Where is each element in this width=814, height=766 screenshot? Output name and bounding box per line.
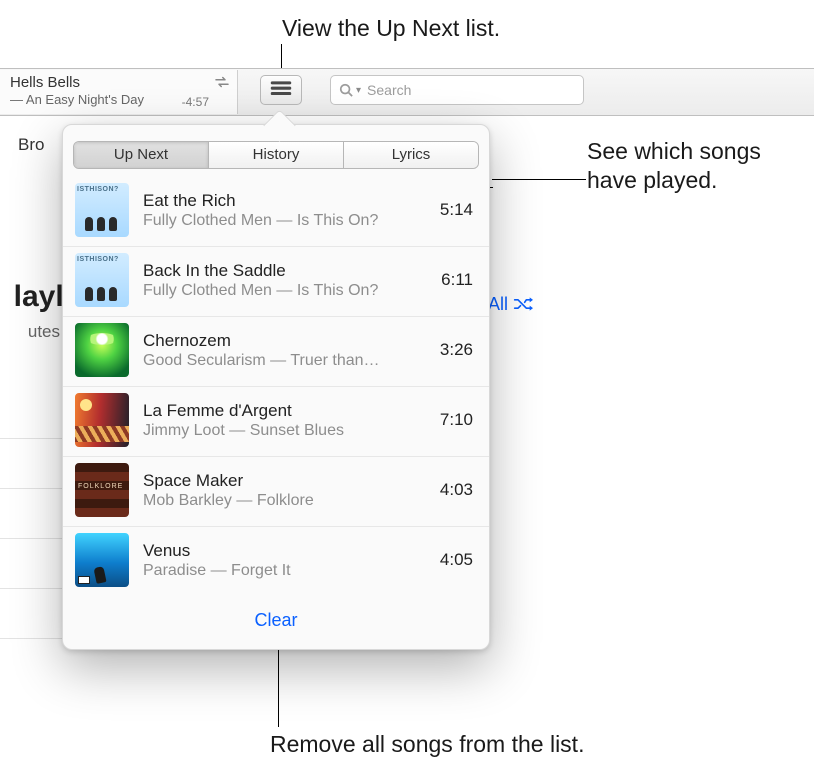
album-art bbox=[75, 533, 129, 587]
callout-view-up-next: View the Up Next list. bbox=[282, 14, 500, 43]
song-title: Space Maker bbox=[143, 471, 418, 491]
song-meta: VenusParadise — Forget It bbox=[143, 541, 418, 580]
song-duration: 4:03 bbox=[432, 480, 473, 500]
now-playing-display[interactable]: Hells Bells — An Easy Night's Day -4:57 bbox=[0, 70, 238, 114]
search-icon bbox=[339, 83, 353, 97]
bg-browse-label: Bro bbox=[18, 135, 44, 155]
song-meta: Space MakerMob Barkley — Folklore bbox=[143, 471, 418, 510]
album-art bbox=[75, 253, 129, 307]
callout-line bbox=[492, 179, 586, 180]
segmented-control: Up Next History Lyrics bbox=[73, 141, 479, 169]
song-duration: 3:26 bbox=[432, 340, 473, 360]
up-next-popover: Up Next History Lyrics Eat the RichFully… bbox=[62, 124, 490, 650]
list-item[interactable]: Eat the RichFully Clothed Men — Is This … bbox=[63, 177, 489, 247]
list-item[interactable]: ChernozemGood Secularism — Truer than… 3:… bbox=[63, 317, 489, 387]
up-next-list: Eat the RichFully Clothed Men — Is This … bbox=[63, 177, 489, 596]
song-subtitle: Good Secularism — Truer than… bbox=[143, 352, 418, 370]
song-duration: 4:05 bbox=[432, 550, 473, 570]
shuffle-icon bbox=[513, 294, 533, 314]
tab-up-next[interactable]: Up Next bbox=[74, 142, 208, 168]
tab-lyrics[interactable]: Lyrics bbox=[343, 142, 478, 168]
song-subtitle: Fully Clothed Men — Is This On? bbox=[143, 212, 418, 230]
list-icon bbox=[270, 80, 292, 101]
shuffle-all-link[interactable]: All bbox=[488, 294, 533, 315]
song-meta: La Femme d'ArgentJimmy Loot — Sunset Blu… bbox=[143, 401, 418, 440]
bg-utes-fragment: utes bbox=[0, 322, 60, 342]
search-placeholder: Search bbox=[367, 82, 411, 98]
now-playing-subtitle: — An Easy Night's Day bbox=[10, 92, 193, 107]
song-duration: 6:11 bbox=[433, 270, 473, 290]
clear-button[interactable]: Clear bbox=[63, 610, 489, 631]
album-art bbox=[75, 323, 129, 377]
list-item[interactable]: VenusParadise — Forget It 4:05 bbox=[63, 527, 489, 596]
song-meta: ChernozemGood Secularism — Truer than… bbox=[143, 331, 418, 370]
list-item[interactable]: La Femme d'ArgentJimmy Loot — Sunset Blu… bbox=[63, 387, 489, 457]
album-art bbox=[75, 393, 129, 447]
song-title: La Femme d'Argent bbox=[143, 401, 418, 421]
list-item[interactable]: Back In the SaddleFully Clothed Men — Is… bbox=[63, 247, 489, 317]
time-remaining: -4:57 bbox=[182, 95, 209, 109]
song-meta: Eat the RichFully Clothed Men — Is This … bbox=[143, 191, 418, 230]
song-subtitle: Paradise — Forget It bbox=[143, 562, 418, 580]
callout-history-line1: See which songs bbox=[587, 137, 761, 166]
song-title: Venus bbox=[143, 541, 418, 561]
now-playing-title: Hells Bells bbox=[10, 74, 193, 91]
album-art bbox=[75, 183, 129, 237]
list-item[interactable]: Space MakerMob Barkley — Folklore 4:03 bbox=[63, 457, 489, 527]
shuffle-all-label: All bbox=[488, 294, 508, 314]
chevron-down-icon: ▾ bbox=[356, 85, 361, 96]
tab-history[interactable]: History bbox=[208, 142, 343, 168]
song-duration: 7:10 bbox=[432, 410, 473, 430]
callout-clear: Remove all songs from the list. bbox=[270, 730, 584, 759]
song-subtitle: Fully Clothed Men — Is This On? bbox=[143, 282, 419, 300]
search-input[interactable]: ▾ Search bbox=[330, 75, 584, 105]
album-art bbox=[75, 463, 129, 517]
song-subtitle: Jimmy Loot — Sunset Blues bbox=[143, 422, 418, 440]
song-meta: Back In the SaddleFully Clothed Men — Is… bbox=[143, 261, 419, 300]
song-title: Chernozem bbox=[143, 331, 418, 351]
up-next-button[interactable] bbox=[260, 75, 302, 105]
song-duration: 5:14 bbox=[432, 200, 473, 220]
song-title: Eat the Rich bbox=[143, 191, 418, 211]
song-title: Back In the Saddle bbox=[143, 261, 419, 281]
song-subtitle: Mob Barkley — Folklore bbox=[143, 492, 418, 510]
repeat-icon[interactable] bbox=[213, 74, 231, 90]
callout-history-line2: have played. bbox=[587, 166, 717, 195]
